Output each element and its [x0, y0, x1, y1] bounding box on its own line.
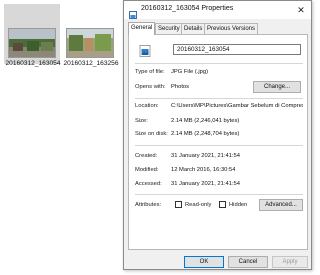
attributes-label: Attributes:: [135, 202, 162, 208]
opens-with-label: Opens with:: [135, 84, 166, 90]
file-name-label: 20160312_163054: [5, 60, 61, 67]
change-button[interactable]: Change...: [253, 81, 301, 93]
cancel-button[interactable]: Cancel: [228, 256, 268, 268]
accessed-label: Accessed:: [135, 181, 162, 187]
screen: 20160312_163054 20160312_163256 20160312…: [0, 0, 320, 275]
created-label: Created:: [135, 153, 158, 159]
read-only-checkbox[interactable]: [175, 201, 182, 208]
close-icon[interactable]: ✕: [294, 3, 308, 17]
location-value: C:\Users\MP\Pictures\Gambar Sebelum di C…: [171, 103, 303, 109]
separator: [135, 145, 303, 146]
general-panel: 20160312_163054 Type of file: JPG File (…: [128, 34, 308, 250]
size-label: Size:: [135, 118, 148, 124]
separator: [135, 63, 303, 64]
modified-value: 12 March 2016, 16:30:54: [171, 167, 236, 173]
type-of-file-label: Type of file:: [135, 69, 165, 75]
photo-thumbnail: [8, 28, 56, 58]
size-on-disk-label: Size on disk:: [135, 131, 168, 137]
image-file-icon: [129, 6, 137, 19]
photo-thumbnail: [66, 28, 114, 58]
apply-button[interactable]: Apply: [272, 256, 308, 268]
file-name-label: 20160312_163256: [63, 60, 119, 67]
accessed-value: 31 January 2021, 21:41:54: [171, 181, 240, 187]
hidden-checkbox[interactable]: [219, 201, 226, 208]
tab-previous-versions[interactable]: Previous Versions: [204, 23, 259, 34]
separator: [135, 194, 303, 195]
created-value: 31 January 2021, 21:41:54: [171, 153, 240, 159]
file-thumbnail-item[interactable]: 20160312_163256: [62, 4, 119, 67]
opens-with-value: Photos: [171, 84, 190, 90]
hidden-label: Hidden: [229, 202, 248, 208]
jpg-file-icon: [139, 44, 151, 57]
separator: [135, 98, 303, 99]
tab-details[interactable]: Details: [181, 23, 206, 34]
read-only-label: Read-only: [185, 202, 212, 208]
file-name-field[interactable]: 20160312_163054: [173, 44, 301, 55]
location-label: Location:: [135, 103, 159, 109]
dialog-titlebar[interactable]: 20160312_163054 Properties ✕: [124, 1, 311, 19]
advanced-button[interactable]: Advanced...: [259, 199, 303, 211]
tab-general[interactable]: General: [128, 22, 156, 35]
size-on-disk-value: 2.14 MB (2,248,704 bytes): [171, 131, 240, 137]
properties-dialog: 20160312_163054 Properties ✕ General Sec…: [123, 0, 312, 270]
modified-label: Modified:: [135, 167, 159, 173]
size-value: 2.14 MB (2,246,041 bytes): [171, 118, 240, 124]
type-of-file-value: JPG File (.jpg): [171, 69, 209, 75]
ok-button[interactable]: OK: [184, 256, 224, 268]
tab-security[interactable]: Security: [155, 23, 183, 34]
dialog-title: 20160312_163054 Properties: [141, 5, 234, 12]
file-thumbnail-item[interactable]: 20160312_163054: [4, 4, 61, 67]
